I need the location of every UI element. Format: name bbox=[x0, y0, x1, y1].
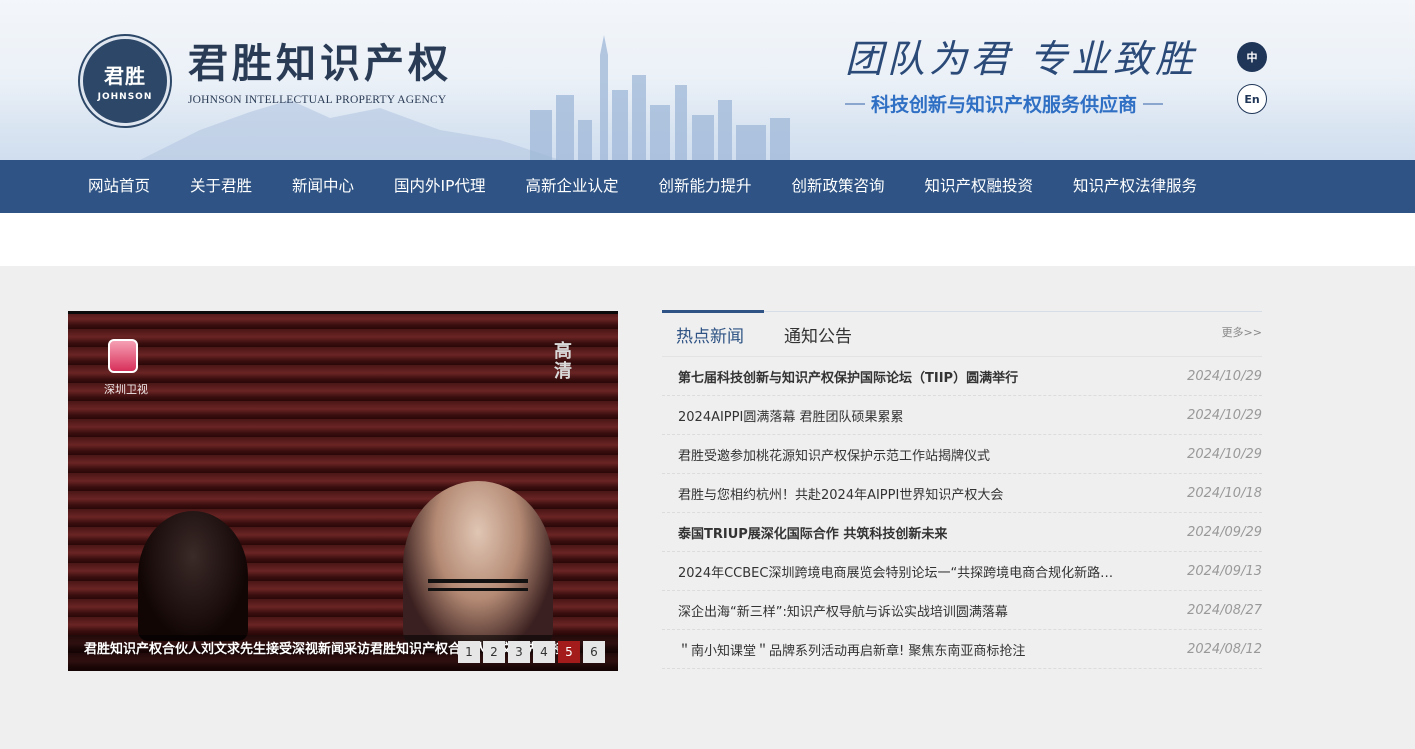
list-item[interactable]: ＂南小知课堂＂品牌系列活动再启新章! 聚焦东南亚商标抢注 2024/08/12 bbox=[662, 630, 1262, 669]
list-item[interactable]: 君胜与您相约杭州！共赴2024年AIPPI世界知识产权大会 2024/10/18 bbox=[662, 474, 1262, 513]
nav-item-legal[interactable]: 知识产权法律服务 bbox=[1053, 160, 1217, 213]
nav-item-policy[interactable]: 创新政策咨询 bbox=[772, 160, 905, 213]
news-date: 2024/10/29 bbox=[1187, 446, 1262, 462]
logo-en-text: JOHNSON bbox=[97, 92, 153, 102]
slide-topbar bbox=[68, 311, 618, 314]
news-date: 2024/10/29 bbox=[1187, 407, 1262, 423]
news-title[interactable]: 2024AIPPI圆满落幕 君胜团队硕果累累 bbox=[678, 406, 903, 425]
slider-page-4[interactable]: 4 bbox=[533, 641, 555, 663]
sub-slogan: 科技创新与知识产权服务供应商 bbox=[845, 90, 1195, 117]
news-date: 2024/10/29 bbox=[1187, 368, 1262, 384]
news-date: 2024/09/13 bbox=[1187, 563, 1262, 579]
logo-cn-text: 君胜 bbox=[104, 64, 146, 88]
news-title[interactable]: 泰国TRIUP展深化国际合作 共筑科技创新未来 bbox=[678, 523, 947, 542]
brand-name-cn: 君胜知识产权 bbox=[188, 40, 452, 87]
news-date: 2024/08/12 bbox=[1187, 641, 1262, 657]
person-right bbox=[403, 481, 553, 651]
tv-channel-text: 深圳卫视 bbox=[104, 383, 148, 396]
slider-page-1[interactable]: 1 bbox=[458, 641, 480, 663]
main-content: 深圳卫视 高清 君胜知识产权合伙人刘文求先生接受深视新闻采访君胜知识产权合伙人刘… bbox=[0, 266, 1415, 749]
brand-name-en: JOHNSON INTELLECTUAL PROPERTY AGENCY bbox=[188, 94, 447, 106]
nav-item-innovation[interactable]: 创新能力提升 bbox=[638, 160, 771, 213]
nav-item-high-tech[interactable]: 高新企业认定 bbox=[505, 160, 638, 213]
list-item[interactable]: 第七届科技创新与知识产权保护国际论坛（TIIP）圆满举行 2024/10/29 bbox=[662, 357, 1262, 396]
hd-badge: 高清 bbox=[551, 341, 572, 381]
active-tab-indicator bbox=[662, 310, 764, 313]
list-item[interactable]: 2024AIPPI圆满落幕 君胜团队硕果累累 2024/10/29 bbox=[662, 396, 1262, 435]
slogan: 团队为君 专业致胜 bbox=[845, 37, 1198, 81]
news-title[interactable]: 深企出海“新三样”:知识产权导航与诉讼实战培训圆满落幕 bbox=[678, 601, 1008, 620]
nav-item-home[interactable]: 网站首页 bbox=[68, 160, 170, 213]
slider-page-3[interactable]: 3 bbox=[508, 641, 530, 663]
news-tabs: 热点新闻 通知公告 更多>> bbox=[662, 310, 1262, 357]
nav-item-ip-agency[interactable]: 国内外IP代理 bbox=[374, 160, 505, 213]
more-link[interactable]: 更多>> bbox=[1222, 324, 1262, 340]
logo[interactable]: 君胜 JOHNSON bbox=[80, 36, 170, 126]
sub-slogan-text: 科技创新与知识产权服务供应商 bbox=[871, 94, 1138, 116]
slider-page-5[interactable]: 5 bbox=[558, 641, 580, 663]
tab-hot-news[interactable]: 热点新闻 bbox=[676, 322, 744, 347]
person-left bbox=[138, 511, 248, 641]
news-date: 2024/10/18 bbox=[1187, 485, 1262, 501]
nav-item-ip-finance[interactable]: 知识产权融投资 bbox=[905, 160, 1054, 213]
slider-page-6[interactable]: 6 bbox=[583, 641, 605, 663]
news-panel: 热点新闻 通知公告 更多>> 第七届科技创新与知识产权保护国际论坛（TIIP）圆… bbox=[662, 310, 1262, 669]
language-en-button[interactable]: En bbox=[1237, 84, 1267, 114]
image-slider[interactable]: 深圳卫视 高清 君胜知识产权合伙人刘文求先生接受深视新闻采访君胜知识产权合伙人刘… bbox=[68, 311, 618, 671]
list-item[interactable]: 泰国TRIUP展深化国际合作 共筑科技创新未来 2024/09/29 bbox=[662, 513, 1262, 552]
news-list: 第七届科技创新与知识产权保护国际论坛（TIIP）圆满举行 2024/10/29 … bbox=[662, 357, 1262, 669]
sub-slogan-line-right bbox=[1143, 102, 1164, 105]
slider-pagination: 1 2 3 4 5 6 bbox=[458, 641, 605, 663]
nav-item-news-center[interactable]: 新闻中心 bbox=[272, 160, 374, 213]
news-title[interactable]: 君胜受邀参加桃花源知识产权保护示范工作站揭牌仪式 bbox=[678, 445, 990, 464]
slider-page-2[interactable]: 2 bbox=[483, 641, 505, 663]
tab-notices[interactable]: 通知公告 bbox=[784, 322, 852, 347]
tv-channel-icon bbox=[108, 339, 138, 373]
glasses bbox=[428, 579, 528, 591]
main-nav: 网站首页 关于君胜 新闻中心 国内外IP代理 高新企业认定 创新能力提升 创新政… bbox=[0, 160, 1415, 213]
list-item[interactable]: 2024年CCBEC深圳跨境电商展览会特别论坛一“共探跨境电商合规化新路… 20… bbox=[662, 552, 1262, 591]
list-item[interactable]: 深企出海“新三样”:知识产权导航与诉讼实战培训圆满落幕 2024/08/27 bbox=[662, 591, 1262, 630]
news-title[interactable]: ＂南小知课堂＂品牌系列活动再启新章! 聚焦东南亚商标抢注 bbox=[678, 640, 1025, 659]
spacer bbox=[0, 213, 1415, 266]
sub-slogan-line-left bbox=[845, 102, 865, 105]
skyline-graphic bbox=[530, 35, 790, 160]
news-title[interactable]: 2024年CCBEC深圳跨境电商展览会特别论坛一“共探跨境电商合规化新路… bbox=[678, 562, 1113, 581]
language-zh-button[interactable]: 中 bbox=[1237, 42, 1267, 72]
news-date: 2024/09/29 bbox=[1187, 524, 1262, 540]
news-title[interactable]: 第七届科技创新与知识产权保护国际论坛（TIIP）圆满举行 bbox=[678, 367, 1018, 386]
news-title[interactable]: 君胜与您相约杭州！共赴2024年AIPPI世界知识产权大会 bbox=[678, 484, 1003, 503]
news-date: 2024/08/27 bbox=[1187, 602, 1262, 618]
list-item[interactable]: 君胜受邀参加桃花源知识产权保护示范工作站揭牌仪式 2024/10/29 bbox=[662, 435, 1262, 474]
nav-item-about[interactable]: 关于君胜 bbox=[170, 160, 272, 213]
header: 君胜 JOHNSON 君胜知识产权 JOHNSON INTELLECTUAL P… bbox=[0, 0, 1415, 160]
